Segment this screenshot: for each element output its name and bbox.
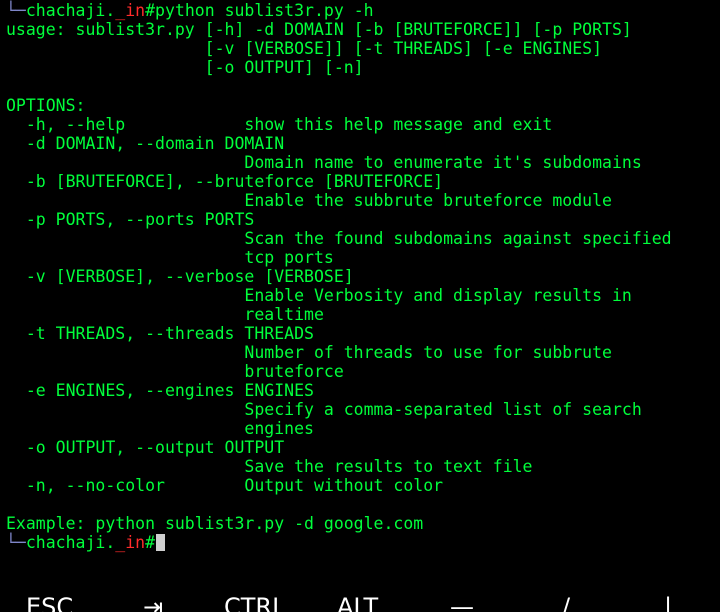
option-line: Enable Verbosity and display results in — [6, 286, 632, 305]
option-line: tcp ports — [6, 248, 334, 267]
option-line: -v [VERBOSE], --verbose [VERBOSE] — [6, 267, 354, 286]
prompt-symbol: # — [145, 1, 156, 20]
option-line: -h, --help show this help message and ex… — [6, 115, 553, 134]
options-header: OPTIONS: — [6, 96, 86, 115]
prompt-corner: └─ — [6, 533, 26, 552]
option-line: Enable the subbrute bruteforce module — [6, 191, 612, 210]
usage-line: usage: sublist3r.py [-h] -d DOMAIN [-b [… — [6, 20, 632, 39]
prompt-line-current[interactable]: └─chachaji._in# — [6, 533, 166, 552]
option-line: engines — [6, 419, 314, 438]
terminal-output[interactable]: └─chachaji._in#python sublist3r.py -h us… — [0, 0, 720, 560]
option-line: Number of threads to use for subbrute — [6, 343, 612, 362]
prompt-user: chachaji. — [25, 1, 116, 20]
pipe-key[interactable]: | — [664, 593, 672, 612]
usage-line: [-v [VERBOSE]] [-t THREADS] [-e ENGINES] — [6, 39, 603, 58]
option-line: Specify a comma-separated list of search — [6, 400, 642, 419]
prompt-user: chachaji. — [25, 533, 116, 552]
dash-key[interactable]: — — [450, 593, 474, 612]
example-line: Example: python sublist3r.py -d google.c… — [6, 514, 424, 533]
option-line: -d DOMAIN, --domain DOMAIN — [6, 134, 285, 153]
option-line: realtime — [6, 305, 324, 324]
option-line: Domain name to enumerate it's subdomains — [6, 153, 642, 172]
alt-key[interactable]: ALT — [337, 593, 378, 612]
text-cursor — [156, 534, 166, 551]
prompt-host-suffix: _in — [115, 1, 146, 20]
option-line: Save the results to text file — [6, 457, 533, 476]
option-line: -o OUTPUT, --output OUTPUT — [6, 438, 285, 457]
option-line: -n, --no-color Output without color — [6, 476, 444, 495]
prompt-corner: └─ — [6, 1, 26, 20]
option-line: -t THREADS, --threads THREADS — [6, 324, 314, 343]
prompt-host-suffix: _in — [115, 533, 146, 552]
option-line: bruteforce — [6, 362, 344, 381]
ctrl-key[interactable]: CTRL — [224, 593, 285, 612]
option-line: -p PORTS, --ports PORTS — [6, 210, 255, 229]
command-text: python sublist3r.py -h — [155, 1, 374, 20]
esc-key[interactable]: ESC — [26, 593, 73, 612]
usage-line: [-o OUTPUT] [-n] — [6, 58, 364, 77]
prompt-line-command: └─chachaji._in#python sublist3r.py -h — [6, 1, 374, 20]
option-line: -e ENGINES, --engines ENGINES — [6, 381, 314, 400]
option-line: -b [BRUTEFORCE], --bruteforce [BRUTEFORC… — [6, 172, 444, 191]
option-line: Scan the found subdomains against specif… — [6, 229, 672, 248]
tab-key-icon[interactable]: ⇥ — [143, 593, 163, 612]
slash-key[interactable]: / — [562, 593, 570, 612]
prompt-symbol: # — [145, 533, 156, 552]
extra-keys-bar: ESC ⇥ CTRL ALT — / | — [0, 590, 720, 612]
